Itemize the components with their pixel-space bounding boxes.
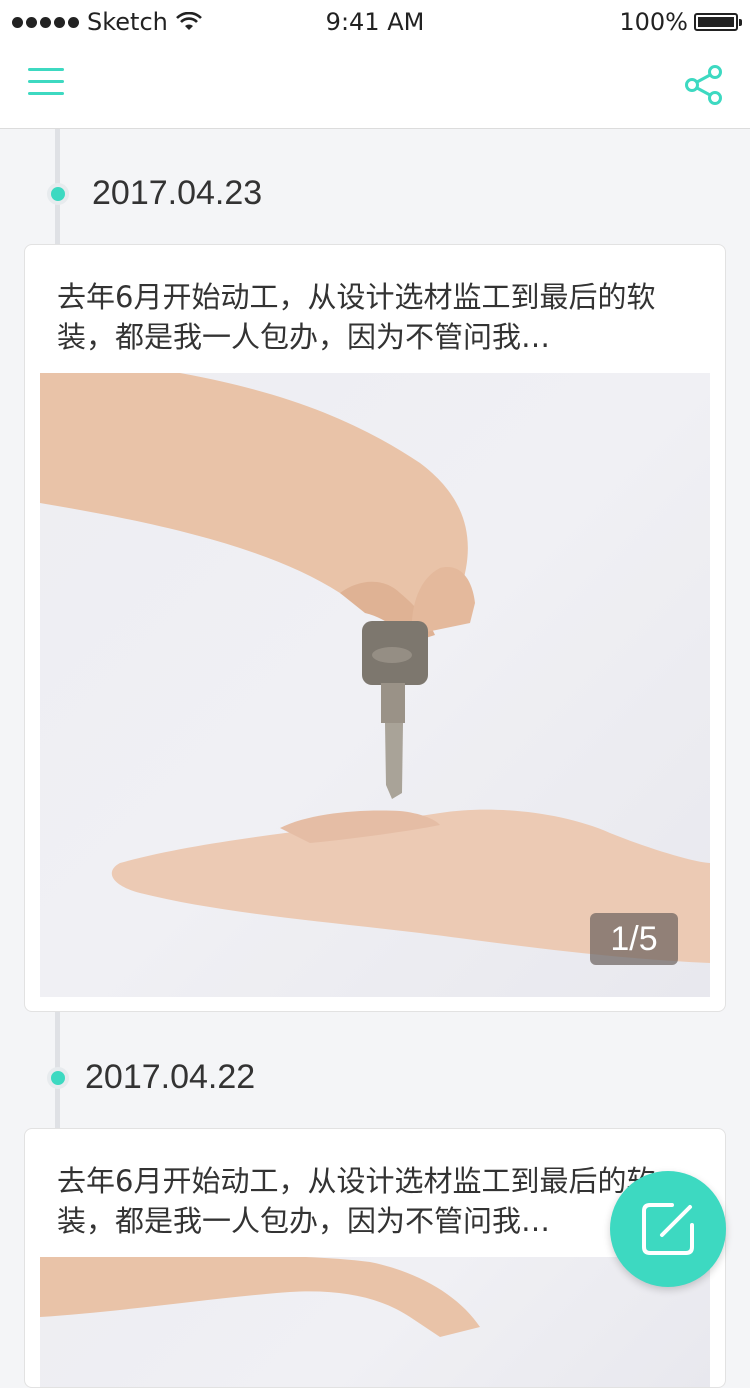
nav-bar (0, 44, 750, 129)
entry-date: 2017.04.22 (85, 1058, 256, 1096)
battery-icon (694, 13, 742, 31)
entry-photo[interactable]: 1/5 (40, 373, 710, 997)
status-bar: Sketch 9:41 AM 100% (0, 0, 750, 44)
entry-text: 去年6月开始动工，从设计选材监工到最后的软装，都是我一人包办，因为不管问我… (57, 1164, 656, 1238)
battery-status: 100% (619, 8, 742, 36)
hand-key-illustration (40, 373, 710, 963)
timeline-dot (47, 1067, 69, 1089)
share-icon[interactable] (684, 64, 724, 106)
menu-icon[interactable] (28, 68, 64, 98)
compose-icon (642, 1203, 694, 1255)
photo-counter: 1/5 (590, 913, 678, 965)
timeline-dot (47, 183, 69, 205)
entry-text: 去年6月开始动工，从设计选材监工到最后的软装，都是我一人包办，因为不管问我… (57, 280, 656, 354)
compose-button[interactable] (610, 1171, 726, 1287)
battery-percent: 100% (619, 8, 688, 36)
entry-card[interactable]: 去年6月开始动工，从设计选材监工到最后的软装，都是我一人包办，因为不管问我… 1… (24, 244, 726, 1012)
entry-date: 2017.04.23 (92, 174, 263, 212)
